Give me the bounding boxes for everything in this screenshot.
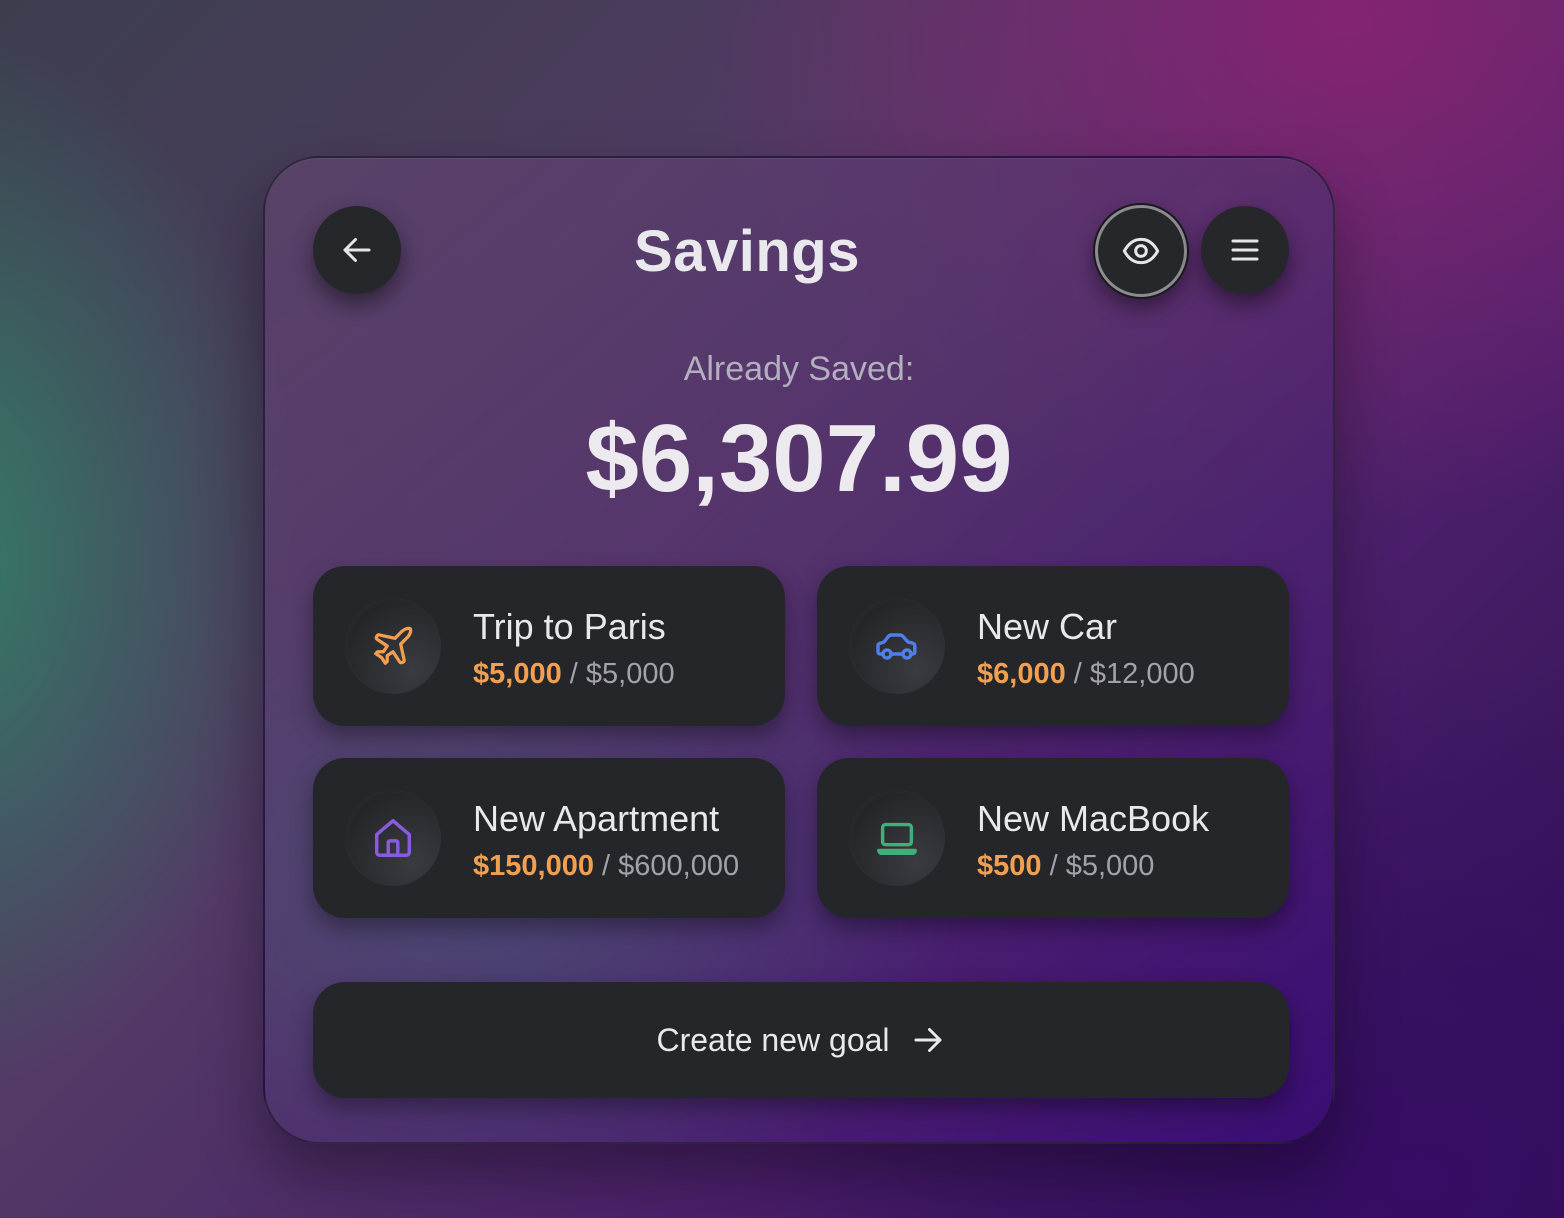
goal-name: Trip to Paris	[473, 606, 666, 647]
create-new-goal-button[interactable]: Create new goal	[313, 982, 1289, 1098]
goal-saved-amount: $500	[977, 850, 1042, 882]
goal-progress: $150,000 / $600,000	[473, 850, 739, 883]
goal-target-amount: $5,000	[1065, 850, 1155, 882]
car-icon	[876, 633, 917, 660]
menu-icon	[1231, 239, 1259, 261]
house-icon	[374, 819, 412, 857]
already-saved-label: Already Saved:	[683, 350, 915, 388]
airplane-icon	[374, 626, 413, 665]
goal-saved-amount: $5,000	[473, 658, 562, 690]
goal-icon-container	[345, 598, 441, 694]
goal-name: New Car	[977, 606, 1118, 647]
goal-separator: /	[1049, 850, 1058, 882]
laptop-icon	[877, 822, 917, 856]
goal-card-new-macbook[interactable]: New MacBook $500 / $5,000	[817, 758, 1289, 918]
goal-separator: /	[602, 850, 611, 882]
arrow-right-icon	[914, 1028, 942, 1052]
toggle-visibility-button[interactable]	[1095, 205, 1187, 297]
goal-separator: /	[1073, 658, 1082, 690]
goal-name: New MacBook	[977, 798, 1210, 839]
goal-progress: $6,000 / $12,000	[977, 658, 1195, 691]
goal-icon-container	[849, 790, 945, 886]
goal-card-trip-to-paris[interactable]: Trip to Paris $5,000 / $5,000	[313, 566, 785, 726]
goal-icon-container	[345, 790, 441, 886]
goal-icon-container	[849, 598, 945, 694]
goal-target-amount: $600,000	[618, 850, 740, 882]
goal-progress: $5,000 / $5,000	[473, 658, 675, 691]
goal-saved-amount: $150,000	[473, 850, 594, 882]
menu-button[interactable]	[1201, 206, 1289, 294]
eye-icon	[1122, 237, 1160, 265]
goal-target-amount: $12,000	[1089, 658, 1195, 690]
goal-card-new-car[interactable]: New Car $6,000 / $12,000	[817, 566, 1289, 726]
goal-separator: /	[569, 658, 578, 690]
create-new-goal-label: Create new goal	[656, 1021, 890, 1058]
goal-target-amount: $5,000	[585, 658, 675, 690]
goal-saved-amount: $6,000	[977, 658, 1066, 690]
goal-progress: $500 / $5,000	[977, 850, 1154, 883]
already-saved-amount: $6,307.99	[585, 405, 1013, 512]
savings-card: Savings Already Saved: $6,307.99 Trip to…	[263, 156, 1335, 1144]
goal-card-new-apartment[interactable]: New Apartment $150,000 / $600,000	[313, 758, 785, 918]
goal-name: New Apartment	[473, 798, 720, 839]
